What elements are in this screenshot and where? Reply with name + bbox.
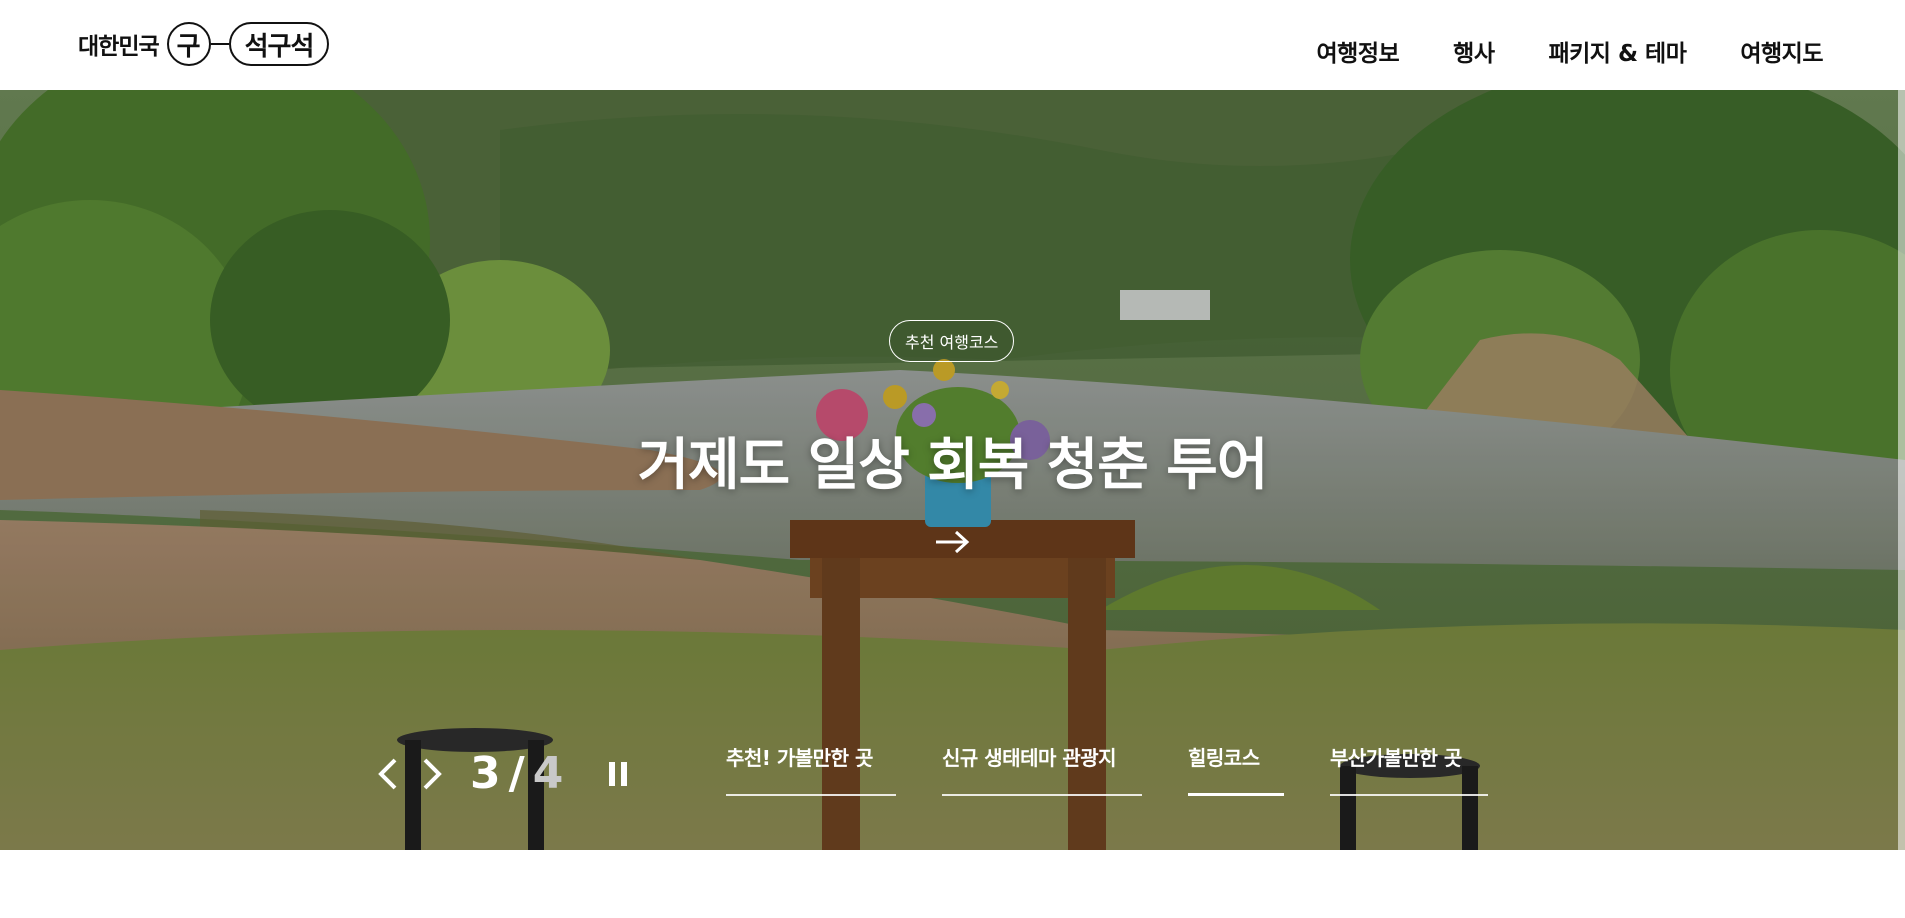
nav-package-theme[interactable]: 패키지 & 테마 — [1548, 34, 1686, 68]
hero-title[interactable]: 거제도 일상 회복 청춘 투어 — [0, 420, 1905, 501]
tab-recommended[interactable]: 추천! 가볼만한 곳 — [726, 742, 896, 796]
hero-category-badge: 추천 여행코스 — [889, 320, 1015, 362]
slide-counter: 3 / 4 — [470, 748, 563, 799]
arrow-right-icon[interactable] — [932, 530, 972, 554]
nav-events[interactable]: 행사 — [1453, 34, 1495, 68]
chevron-right-icon[interactable] — [410, 752, 454, 796]
slide-total: 4 — [532, 748, 564, 799]
slide-separator: / — [508, 748, 525, 799]
pause-icon[interactable] — [603, 752, 633, 796]
nav-travel-map[interactable]: 여행지도 — [1740, 34, 1823, 68]
logo-pill: 석구석 — [228, 22, 330, 66]
hero-banner: 추천 여행코스 거제도 일상 회복 청춘 투어 3 / 4 추천! 가볼만한 곳… — [0, 90, 1905, 850]
page-scrollbar[interactable] — [1898, 90, 1905, 850]
course-tabs: 추천! 가볼만한 곳 신규 생태테마 관광지 힐링코스 부산가볼만한 곳 — [726, 742, 1488, 796]
main-nav: 여행정보 행사 패키지 & 테마 여행지도 — [1317, 34, 1824, 68]
nav-travel-info[interactable]: 여행정보 — [1317, 34, 1400, 68]
logo-circle: 구 — [166, 22, 211, 66]
logo-connector — [210, 43, 229, 45]
logo-prefix: 대한민국 — [78, 34, 160, 60]
tab-healing-course[interactable]: 힐링코스 — [1188, 742, 1284, 796]
site-header: 대한민국 구 석구석 여행정보 행사 패키지 & 테마 여행지도 — [0, 0, 1905, 90]
slider-controls: 3 / 4 — [366, 748, 633, 799]
slide-current: 3 — [470, 748, 501, 799]
site-logo[interactable]: 대한민국 구 석구석 — [78, 22, 330, 66]
chevron-left-icon[interactable] — [366, 752, 410, 796]
tab-busan[interactable]: 부산가볼만한 곳 — [1330, 742, 1488, 796]
tab-eco-theme[interactable]: 신규 생태테마 관광지 — [942, 742, 1142, 796]
